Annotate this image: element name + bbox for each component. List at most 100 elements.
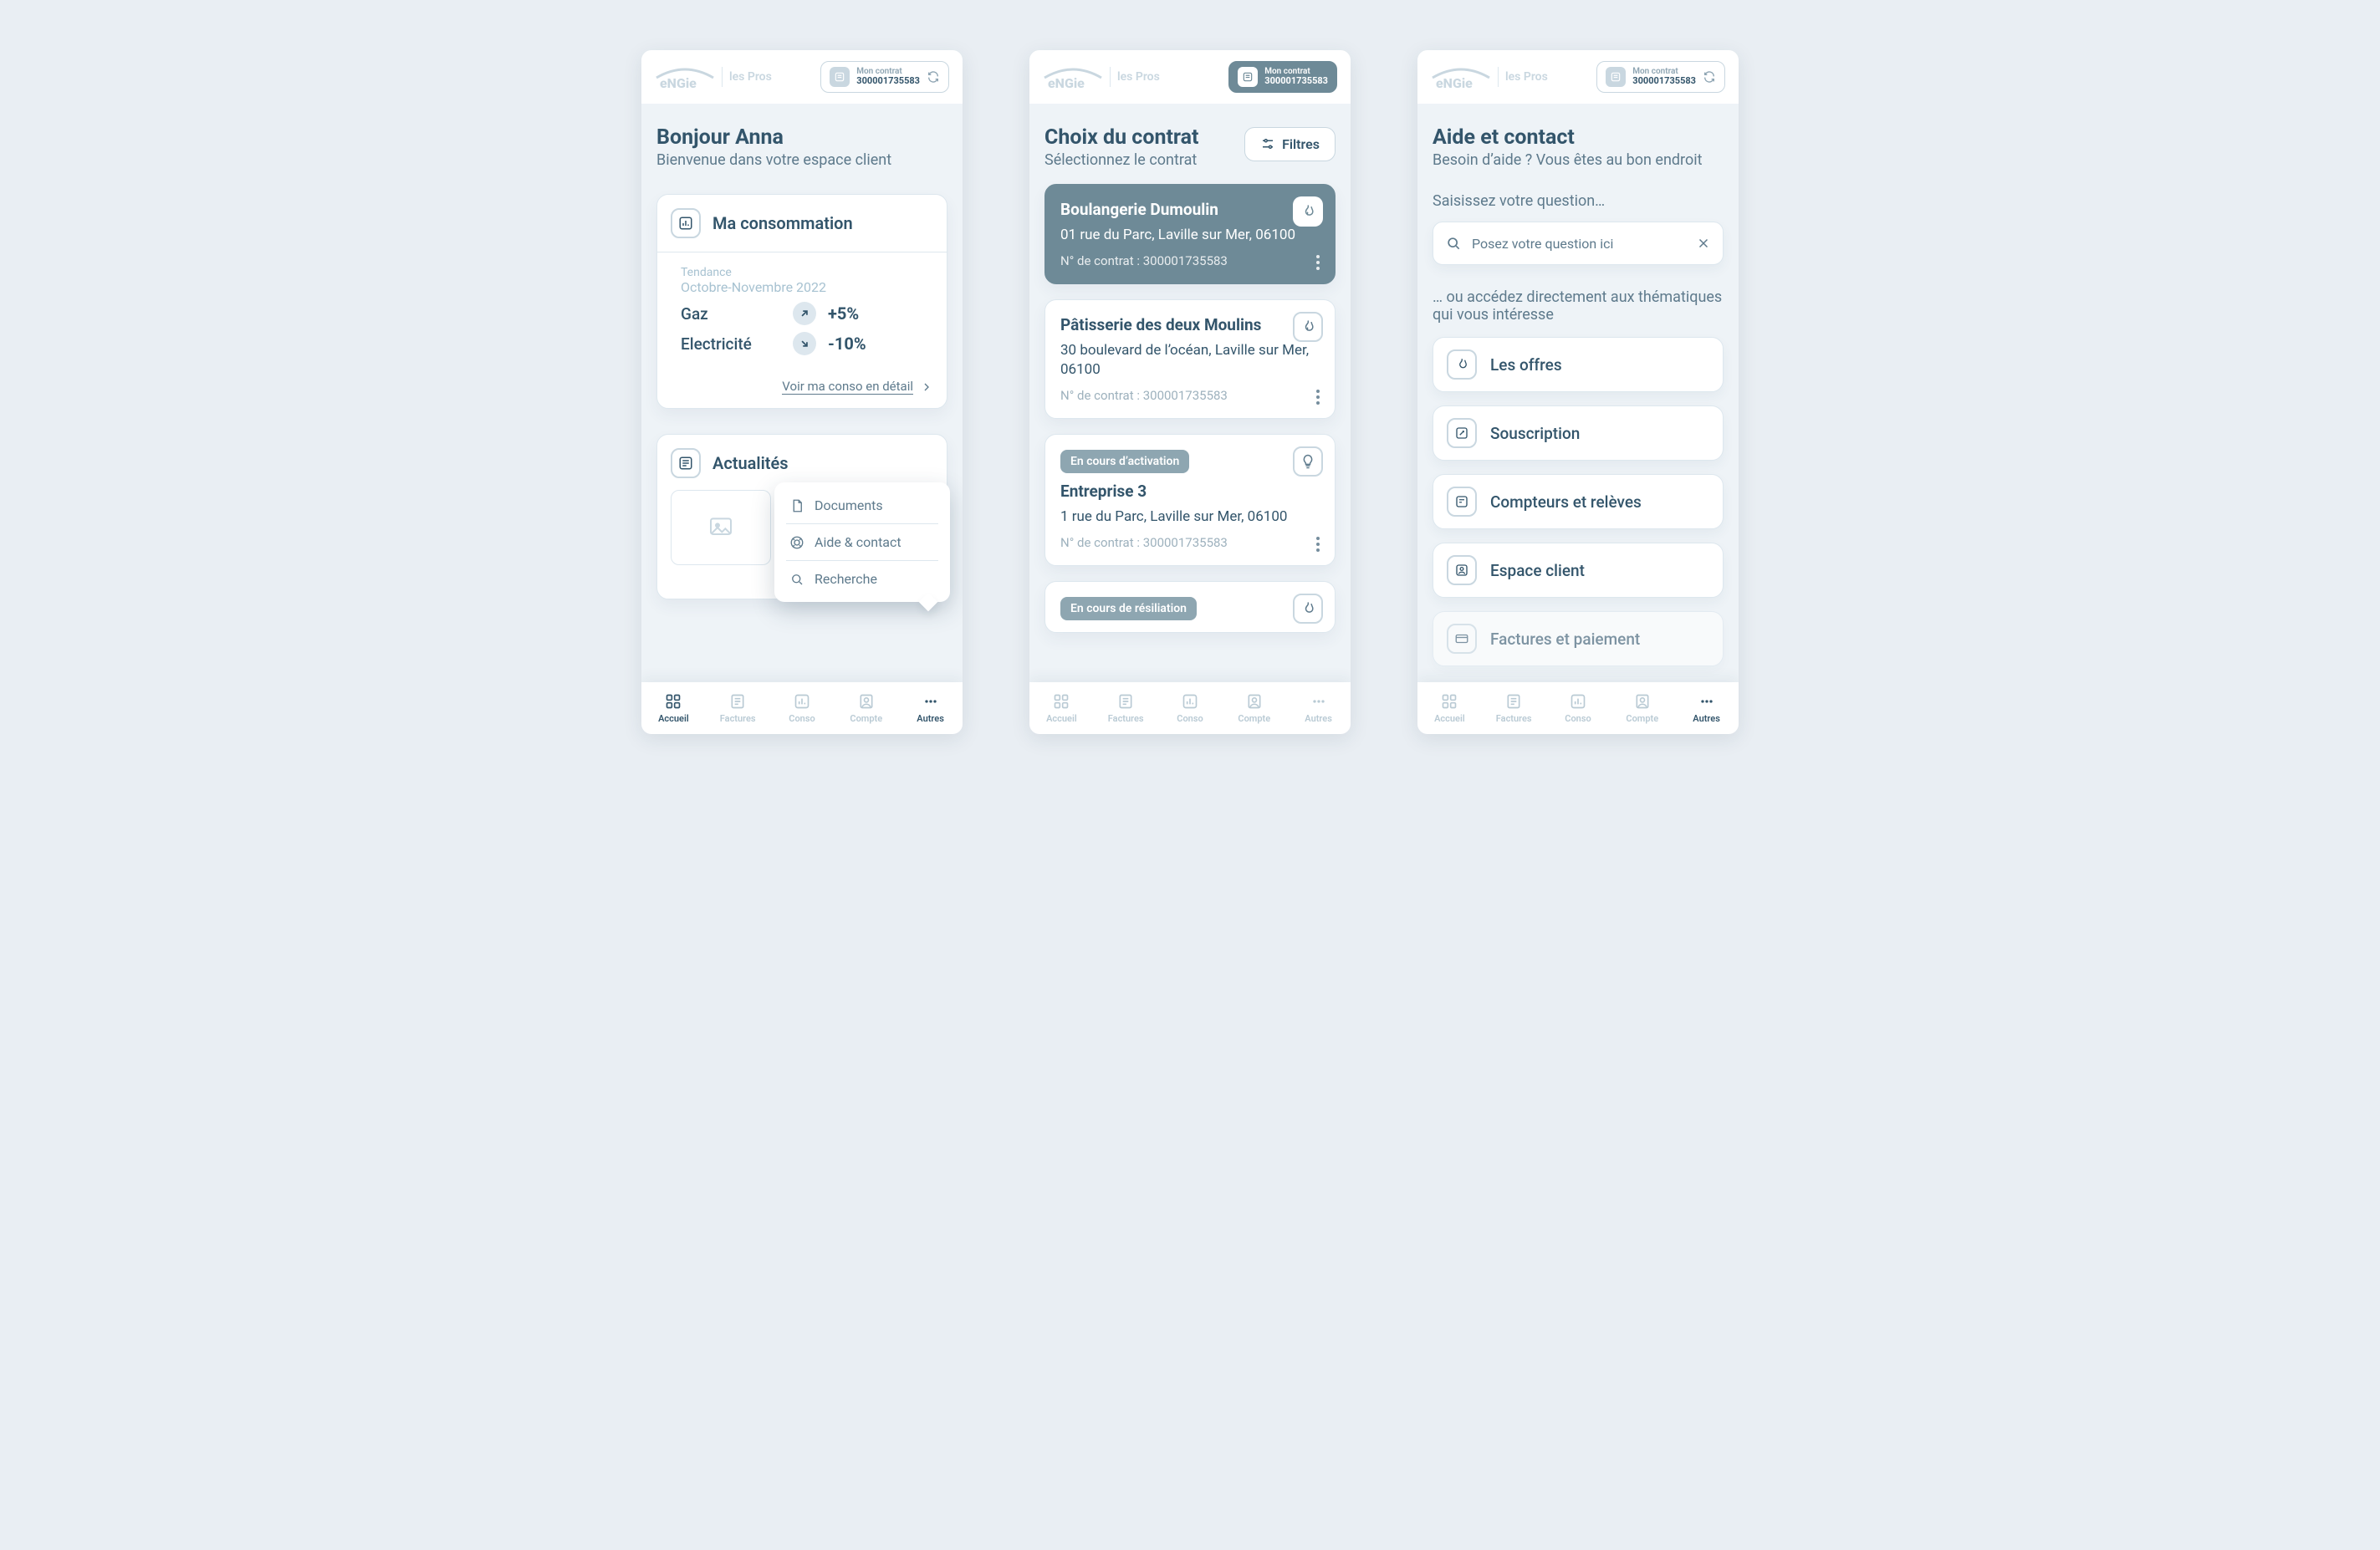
popup-documents[interactable]: Documents <box>774 487 950 523</box>
bottom-nav: Accueil Factures Conso Compte Autres <box>1417 682 1739 734</box>
svg-text:eNGie: eNGie <box>660 75 697 89</box>
contract-chip[interactable]: Mon contrat300001735583 <box>1596 61 1725 93</box>
kebab-icon[interactable] <box>1316 390 1320 405</box>
news-title: Actualités <box>712 453 789 473</box>
news-card[interactable]: Actualités Documents Aide & contact <box>656 434 947 599</box>
arrow-down-right-icon <box>793 332 816 355</box>
topic-souscription[interactable]: Souscription <box>1433 405 1724 461</box>
conso-row-gaz: Gaz +5% <box>671 295 933 325</box>
topic-compteurs[interactable]: Compteurs et relèves <box>1433 474 1724 529</box>
bottom-nav: Accueil Factures Conso Compte Autres <box>641 682 963 734</box>
kebab-icon[interactable] <box>1316 255 1320 270</box>
refresh-icon[interactable] <box>927 70 940 84</box>
brand-suffix: les Pros <box>729 70 772 84</box>
bar-chart-icon <box>671 208 701 238</box>
edit-icon <box>1447 418 1477 448</box>
lifebuoy-icon <box>789 535 804 550</box>
svg-text:eNGie: eNGie <box>1048 75 1085 89</box>
contract-chip-icon <box>1238 67 1258 87</box>
sub: Sélectionnez le contrat <box>1044 151 1199 169</box>
heading: Choix du contrat <box>1044 125 1199 150</box>
topbar: eNGie les Pros Mon contrat 300001735583 <box>1029 50 1351 104</box>
tendance-label: Tendance <box>671 266 933 279</box>
screen-aide: eNGie les Pros Mon contrat300001735583 A… <box>1417 50 1739 734</box>
nav-factures[interactable]: Factures <box>706 682 770 734</box>
search-icon <box>1445 235 1462 252</box>
flame-icon <box>1293 594 1323 624</box>
status-pill: En cours de résiliation <box>1060 597 1197 620</box>
nav-autres[interactable]: Autres <box>898 682 963 734</box>
flame-icon <box>1293 312 1323 342</box>
brand-logo: eNGie les Pros <box>1431 64 1548 89</box>
clear-icon[interactable] <box>1696 236 1711 251</box>
grid-icon <box>665 692 682 711</box>
nav-accueil[interactable]: Accueil <box>1029 682 1094 734</box>
sub: Besoin d’aide ? Vous êtes au bon endroit <box>1433 151 1724 169</box>
search-icon <box>789 572 804 587</box>
nav-compte[interactable]: Compte <box>1610 682 1674 734</box>
contract-chip-active[interactable]: Mon contrat 300001735583 <box>1228 61 1337 93</box>
popup-aide[interactable]: Aide & contact <box>774 524 950 560</box>
contract-card-selected[interactable]: Boulangerie Dumoulin 01 rue du Parc, Lav… <box>1044 184 1336 284</box>
topic-factures[interactable]: Factures et paiement <box>1433 611 1724 666</box>
flame-icon <box>1293 196 1323 227</box>
filters-button[interactable]: Filtres <box>1244 127 1336 161</box>
conso-detail-link[interactable]: Voir ma conso en détail <box>671 379 933 395</box>
flame-icon <box>1447 349 1477 380</box>
nav-factures[interactable]: Factures <box>1482 682 1546 734</box>
autres-popup: Documents Aide & contact Recherche <box>774 482 950 602</box>
engie-logo-icon: eNGie <box>655 64 715 89</box>
meter-icon <box>1447 487 1477 517</box>
nav-accueil[interactable]: Accueil <box>641 682 706 734</box>
screen-accueil: eNGie les Pros Mon contrat 300001735583 … <box>641 50 963 734</box>
nav-conso[interactable]: Conso <box>1158 682 1223 734</box>
nav-compte[interactable]: Compte <box>1222 682 1286 734</box>
greeting: Bonjour Anna <box>656 125 947 150</box>
svg-text:eNGie: eNGie <box>1436 75 1473 89</box>
contract-chip[interactable]: Mon contrat 300001735583 <box>820 61 949 93</box>
more-icon <box>922 692 939 711</box>
invoice-icon <box>729 692 746 711</box>
nav-autres[interactable]: Autres <box>1674 682 1739 734</box>
conso-row-elec: Electricité -10% <box>671 325 933 355</box>
bottom-nav: Accueil Factures Conso Compte Autres <box>1029 682 1351 734</box>
prompt-question: Saisissez votre question… <box>1433 192 1724 210</box>
contract-card-partial[interactable]: En cours de résiliation <box>1044 581 1336 633</box>
contract-chip-value: 300001735583 <box>856 76 920 86</box>
status-pill: En cours d’activation <box>1060 450 1189 473</box>
brand-logo: eNGie les Pros <box>1043 64 1160 89</box>
nav-accueil[interactable]: Accueil <box>1417 682 1482 734</box>
screen-contrats: eNGie les Pros Mon contrat 300001735583 … <box>1029 50 1351 734</box>
welcome: Bienvenue dans votre espace client <box>656 151 947 169</box>
search-input[interactable]: Posez votre question ici <box>1433 222 1724 265</box>
contract-card[interactable]: Pâtisserie des deux Moulins 30 boulevard… <box>1044 299 1336 419</box>
brand-suffix: les Pros <box>1505 70 1548 84</box>
tendance-period: Octobre-Novembre 2022 <box>671 279 933 295</box>
kebab-icon[interactable] <box>1316 537 1320 552</box>
account-icon <box>858 692 875 711</box>
heading: Aide et contact <box>1433 125 1724 150</box>
brand-logo: eNGie les Pros <box>655 64 772 89</box>
contract-card[interactable]: En cours d’activation Entreprise 3 1 rue… <box>1044 434 1336 566</box>
nav-autres[interactable]: Autres <box>1286 682 1351 734</box>
nav-compte[interactable]: Compte <box>834 682 898 734</box>
document-icon <box>789 498 804 513</box>
contract-chip-icon <box>1606 67 1626 87</box>
nav-factures[interactable]: Factures <box>1094 682 1158 734</box>
topbar: eNGie les Pros Mon contrat300001735583 <box>1417 50 1739 104</box>
search-placeholder: Posez votre question ici <box>1472 236 1686 252</box>
brand-suffix: les Pros <box>1117 70 1160 84</box>
topic-offres[interactable]: Les offres <box>1433 337 1724 392</box>
prompt-topics: … ou accédez directement aux thématiques… <box>1433 288 1724 324</box>
refresh-icon[interactable] <box>1703 70 1716 84</box>
user-icon <box>1447 555 1477 585</box>
bulb-icon <box>1293 446 1323 477</box>
news-icon <box>671 448 701 478</box>
chevron-right-icon <box>920 380 933 394</box>
image-placeholder-icon <box>671 490 771 565</box>
consumption-card[interactable]: Ma consommation Tendance Octobre-Novembr… <box>656 194 947 409</box>
topic-espace-client[interactable]: Espace client <box>1433 543 1724 598</box>
nav-conso[interactable]: Conso <box>770 682 835 734</box>
nav-conso[interactable]: Conso <box>1546 682 1611 734</box>
popup-recherche[interactable]: Recherche <box>774 561 950 597</box>
